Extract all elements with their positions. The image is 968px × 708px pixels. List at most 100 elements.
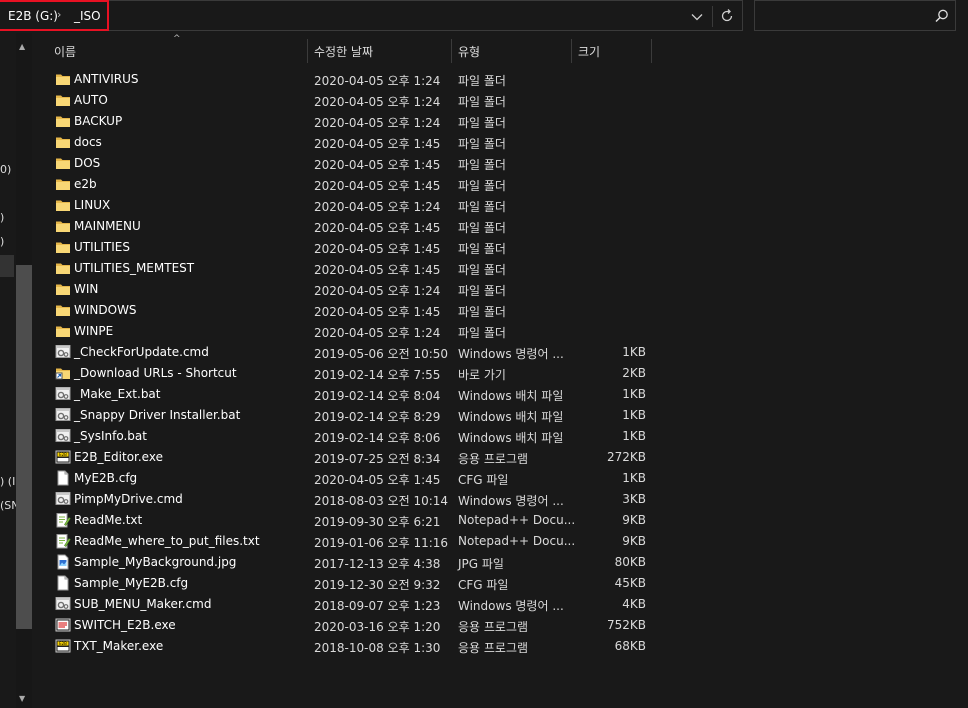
scroll-up-icon[interactable]: ▲ bbox=[19, 42, 25, 51]
file-size: 9KB bbox=[622, 534, 646, 548]
file-date-modified: 2019-07-25 오전 8:34 bbox=[314, 452, 441, 466]
file-date-modified: 2020-04-05 오후 1:45 bbox=[314, 221, 441, 235]
folder-icon bbox=[55, 323, 71, 339]
file-type: CFG 파일 bbox=[458, 578, 509, 592]
file-row[interactable]: WIN 2020-04-05 오후 1:24 파일 폴더 bbox=[34, 279, 654, 300]
file-type: 파일 폴더 bbox=[458, 263, 506, 277]
file-date-modified: 2020-04-05 오후 1:45 bbox=[314, 179, 441, 193]
file-name: docs bbox=[74, 135, 102, 149]
file-name: Sample_MyE2B.cfg bbox=[74, 576, 189, 590]
nav-item-selected[interactable] bbox=[0, 255, 14, 277]
file-list[interactable]: ^ 이름 수정한 날짜 유형 크기 ANTIVIRUS 2020-04-05 오후… bbox=[34, 33, 968, 708]
column-divider[interactable] bbox=[307, 39, 308, 63]
file-name: _Snappy Driver Installer.bat bbox=[74, 408, 241, 422]
file-row[interactable]: BACKUP 2020-04-05 오후 1:24 파일 폴더 bbox=[34, 111, 654, 132]
column-header-size[interactable]: 크기 bbox=[578, 43, 600, 60]
file-row[interactable]: docs 2020-04-05 오후 1:45 파일 폴더 bbox=[34, 132, 654, 153]
column-header-type[interactable]: 유형 bbox=[458, 43, 480, 60]
file-row[interactable]: E2B TXT_Maker.exe 2018-10-08 오후 1:30 응용 프로그… bbox=[34, 636, 654, 657]
file-name: AUTO bbox=[74, 93, 108, 107]
refresh-icon[interactable] bbox=[719, 8, 735, 24]
file-type: Notepad++ Docu... bbox=[458, 513, 576, 527]
file-row[interactable]: WINPE 2020-04-05 오후 1:24 파일 폴더 bbox=[34, 321, 654, 342]
file-date-modified: 2020-04-05 오후 1:24 bbox=[314, 284, 441, 298]
file-row[interactable]: SWITCH_E2B.exe 2020-03-16 오후 1:20 응용 프로그램 7… bbox=[34, 615, 654, 636]
file-type: Windows 명령어 ... bbox=[458, 494, 564, 508]
file-type: 파일 폴더 bbox=[458, 242, 506, 256]
folder-icon bbox=[55, 113, 71, 129]
file-type: Windows 명령어 ... bbox=[458, 347, 564, 361]
breadcrumb-folder[interactable]: _ISO bbox=[74, 9, 101, 23]
folder-icon bbox=[55, 260, 71, 276]
file-row[interactable]: AUTO 2020-04-05 오후 1:24 파일 폴더 bbox=[34, 90, 654, 111]
file-row[interactable]: Sample_MyE2B.cfg 2019-12-30 오전 9:32 CFG 파일… bbox=[34, 573, 654, 594]
nav-item-fragment[interactable]: ) (I bbox=[0, 475, 15, 488]
file-name: Sample_MyBackground.jpg bbox=[74, 555, 237, 569]
file-date-modified: 2020-03-16 오후 1:20 bbox=[314, 620, 441, 634]
file-row[interactable]: WINDOWS 2020-04-05 오후 1:45 파일 폴더 bbox=[34, 300, 654, 321]
column-divider[interactable] bbox=[451, 39, 452, 63]
scroll-down-icon[interactable]: ▼ bbox=[19, 694, 25, 703]
script-gear-icon bbox=[55, 386, 71, 402]
script-gear-icon bbox=[55, 596, 71, 612]
breadcrumb-drive[interactable]: E2B (G:) bbox=[8, 9, 58, 23]
breadcrumb-separator-icon[interactable]: › bbox=[57, 8, 61, 21]
file-row[interactable]: e2b 2020-04-05 오후 1:45 파일 폴더 bbox=[34, 174, 654, 195]
folder-icon bbox=[55, 134, 71, 150]
file-date-modified: 2019-02-14 오후 8:06 bbox=[314, 431, 441, 445]
file-size: 752KB bbox=[606, 618, 646, 632]
column-header-date[interactable]: 수정한 날짜 bbox=[314, 43, 373, 60]
file-size: 80KB bbox=[614, 555, 646, 569]
column-header-name[interactable]: 이름 bbox=[54, 43, 76, 60]
file-row[interactable]: UTILITIES 2020-04-05 오후 1:45 파일 폴더 bbox=[34, 237, 654, 258]
folder-icon bbox=[55, 155, 71, 171]
file-date-modified: 2020-04-05 오후 1:24 bbox=[314, 74, 441, 88]
file-row[interactable]: UTILITIES_MEMTEST 2020-04-05 오후 1:45 파일 폴더 bbox=[34, 258, 654, 279]
nav-item-fragment[interactable]: ) bbox=[0, 235, 4, 248]
file-date-modified: 2020-04-05 오후 1:45 bbox=[314, 242, 441, 256]
file-type: JPG 파일 bbox=[458, 557, 504, 571]
file-name: DOS bbox=[74, 156, 101, 170]
file-row[interactable]: DOS 2020-04-05 오후 1:45 파일 폴더 bbox=[34, 153, 654, 174]
file-row[interactable]: _SysInfo.bat 2019-02-14 오후 8:06 Windows 배치… bbox=[34, 426, 654, 447]
file-name: e2b bbox=[74, 177, 97, 191]
column-divider[interactable] bbox=[651, 39, 652, 63]
file-type: 응용 프로그램 bbox=[458, 620, 529, 634]
file-type: 파일 폴더 bbox=[458, 74, 506, 88]
file-date-modified: 2017-12-13 오후 4:38 bbox=[314, 557, 441, 571]
file-name: BACKUP bbox=[74, 114, 123, 128]
file-row[interactable]: MyE2B.cfg 2020-04-05 오후 1:45 CFG 파일 1KB bbox=[34, 468, 654, 489]
file-row[interactable]: ReadMe_where_to_put_files.txt 2019-01-06 … bbox=[34, 531, 654, 552]
file-row[interactable]: _CheckForUpdate.cmd 2019-05-06 오전 10:50 Wi… bbox=[34, 342, 654, 363]
file-row[interactable]: ANTIVIRUS 2020-04-05 오후 1:24 파일 폴더 bbox=[34, 69, 654, 90]
search-input[interactable] bbox=[754, 0, 956, 31]
file-row[interactable]: _Snappy Driver Installer.bat 2019-02-14 오… bbox=[34, 405, 654, 426]
address-bar[interactable]: E2B (G:) › _ISO bbox=[0, 0, 743, 31]
file-row[interactable]: MAINMENU 2020-04-05 오후 1:45 파일 폴더 bbox=[34, 216, 654, 237]
file-row[interactable]: _Make_Ext.bat 2019-02-14 오후 8:04 Windows 배… bbox=[34, 384, 654, 405]
file-row[interactable]: Sample_MyBackground.jpg 2017-12-13 오후 4:3… bbox=[34, 552, 654, 573]
column-divider[interactable] bbox=[571, 39, 572, 63]
script-gear-icon bbox=[55, 491, 71, 507]
file-row[interactable]: ReadMe.txt 2019-09-30 오후 6:21 Notepad++ Do… bbox=[34, 510, 654, 531]
file-type: Windows 배치 파일 bbox=[458, 431, 564, 445]
e2b-exe-icon: E2B bbox=[55, 638, 71, 654]
file-row[interactable]: SUB_MENU_Maker.cmd 2018-09-07 오후 1:23 Wind… bbox=[34, 594, 654, 615]
file-date-modified: 2020-04-05 오후 1:45 bbox=[314, 305, 441, 319]
navigation-pane[interactable]: 0) ) ) ) (I (SN ▲ ▼ bbox=[0, 33, 34, 708]
nav-scrollbar-thumb[interactable] bbox=[16, 265, 32, 629]
search-icon[interactable] bbox=[935, 9, 949, 23]
file-date-modified: 2019-02-14 오후 8:29 bbox=[314, 410, 441, 424]
folder-icon bbox=[55, 176, 71, 192]
file-row[interactable]: E2B E2B_Editor.exe 2019-07-25 오전 8:34 응용 프로… bbox=[34, 447, 654, 468]
file-name: PimpMyDrive.cmd bbox=[74, 492, 183, 506]
file-row[interactable]: PimpMyDrive.cmd 2018-08-03 오전 10:14 Window… bbox=[34, 489, 654, 510]
file-row[interactable]: LINUX 2020-04-05 오후 1:24 파일 폴더 bbox=[34, 195, 654, 216]
chevron-down-icon[interactable] bbox=[688, 8, 706, 26]
file-date-modified: 2019-01-06 오후 11:16 bbox=[314, 536, 449, 550]
file-row[interactable]: _Download URLs - Shortcut 2019-02-14 오후 7… bbox=[34, 363, 654, 384]
file-date-modified: 2020-04-05 오후 1:24 bbox=[314, 200, 441, 214]
nav-item-fragment[interactable]: 0) bbox=[0, 163, 11, 176]
nav-item-fragment[interactable]: ) bbox=[0, 211, 4, 224]
file-size: 1KB bbox=[622, 471, 646, 485]
